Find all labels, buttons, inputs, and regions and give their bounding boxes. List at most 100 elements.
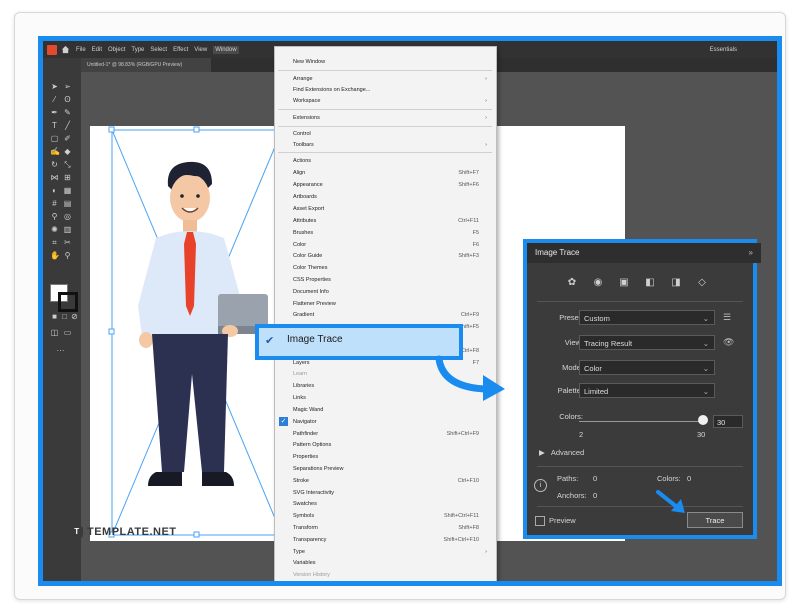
grayscale-preset-icon[interactable]: ◧ xyxy=(643,277,657,289)
preset-select[interactable]: Custom ⌄ xyxy=(579,310,715,325)
slice-tool-icon[interactable]: ✂ xyxy=(63,238,72,247)
menu-item-variables[interactable]: Variables xyxy=(293,558,489,568)
menu-item-brushes[interactable]: Brushes F5 xyxy=(293,228,489,238)
mode-select[interactable]: Color ⌄ xyxy=(579,360,715,375)
menu-item-type[interactable]: Type › xyxy=(293,547,489,557)
menu-view[interactable]: View xyxy=(194,47,207,53)
workspace-switcher[interactable]: Essentials xyxy=(710,47,737,53)
menu-item-artboards[interactable]: Artboards xyxy=(293,192,489,202)
shape-builder-tool-icon[interactable]: ◐ xyxy=(50,186,59,195)
menu-type[interactable]: Type xyxy=(131,47,144,53)
menu-item-arrange[interactable]: Arrange › xyxy=(293,74,489,84)
menu-item-control[interactable]: Control xyxy=(293,129,489,139)
high-color-preset-icon[interactable]: ◉ xyxy=(591,277,605,289)
menu-item-flattener-preview[interactable]: Flattener Preview xyxy=(293,299,489,309)
preset-list-icon[interactable]: ☰ xyxy=(723,312,731,323)
menu-item-document-info[interactable]: Document Info xyxy=(293,287,489,297)
line-tool-icon[interactable]: ╱ xyxy=(63,121,72,130)
menu-object[interactable]: Object xyxy=(108,47,125,53)
home-icon[interactable] xyxy=(61,45,70,54)
colors-slider-track[interactable] xyxy=(579,421,705,422)
menu-item-pathfinder[interactable]: Pathfinder Shift+Ctrl+F9 xyxy=(293,429,489,439)
advanced-toggle[interactable]: ▶ Advanced xyxy=(539,448,584,457)
menu-item-navigator[interactable]: Navigator xyxy=(293,417,489,427)
eyedropper-tool-icon[interactable]: ⚲ xyxy=(50,212,59,221)
gradient-tool-icon[interactable]: ▤ xyxy=(63,199,72,208)
menu-item-color-themes[interactable]: Color Themes xyxy=(293,263,489,273)
panel-collapse-icon[interactable]: » xyxy=(749,243,753,263)
menu-item-appearance[interactable]: Appearance Shift+F6 xyxy=(293,180,489,190)
color-mode-icon[interactable]: ■ xyxy=(50,312,59,321)
preview-checkbox[interactable] xyxy=(535,516,545,526)
menu-item-toolbars[interactable]: Toolbars › xyxy=(293,140,489,150)
mesh-tool-icon[interactable]: # xyxy=(50,199,59,208)
blend-tool-icon[interactable]: ◎ xyxy=(63,212,72,221)
outline-preset-icon[interactable]: ◇ xyxy=(695,277,709,289)
menu-item-gradient[interactable]: Gradient Ctrl+F9 xyxy=(293,310,489,320)
rectangle-tool-icon[interactable]: ▢ xyxy=(50,134,59,143)
shaper-tool-icon[interactable]: ✍ xyxy=(50,147,60,156)
menu-window[interactable]: Window xyxy=(213,45,239,54)
rotate-tool-icon[interactable]: ↻ xyxy=(50,160,59,169)
menu-item-extensions[interactable]: Extensions › xyxy=(293,113,489,123)
menu-item-find-extensions-on-exchange[interactable]: Find Extensions on Exchange... xyxy=(293,85,489,95)
edit-toolbar-icon[interactable]: ··· xyxy=(56,346,65,355)
palette-select[interactable]: Limited ⌄ xyxy=(579,383,715,398)
hand-tool-icon[interactable]: ✋ xyxy=(50,251,60,260)
menu-item-new-window[interactable]: New Window xyxy=(293,57,489,67)
menu-item-stroke[interactable]: Stroke Ctrl+F10 xyxy=(293,476,489,486)
menu-item-separations-preview[interactable]: Separations Preview xyxy=(293,464,489,474)
menu-file[interactable]: File xyxy=(76,47,86,53)
document-tab[interactable]: Untitled-1* @ 98.83% (RGB/GPU Preview) xyxy=(81,58,211,72)
screen-mode-icon[interactable]: ▭ xyxy=(63,328,72,337)
stroke-color-swatch[interactable] xyxy=(58,292,78,312)
lasso-tool-icon[interactable]: ʘ xyxy=(63,95,72,104)
colors-value-field[interactable]: 30 xyxy=(713,415,743,428)
trace-button[interactable]: Trace xyxy=(687,512,743,528)
pen-tool-icon[interactable]: ✒ xyxy=(50,108,59,117)
menu-item-swatches[interactable]: Swatches xyxy=(293,499,489,509)
type-tool-icon[interactable]: T xyxy=(50,121,59,130)
menu-edit[interactable]: Edit xyxy=(92,47,102,53)
menu-item-pattern-options[interactable]: Pattern Options xyxy=(293,440,489,450)
menu-item-color[interactable]: Color F6 xyxy=(293,240,489,250)
eye-icon[interactable]: 👁 xyxy=(723,337,734,348)
menu-item-align[interactable]: Align Shift+F7 xyxy=(293,168,489,178)
menu-item-magic-wand[interactable]: Magic Wand xyxy=(293,405,489,415)
free-transform-tool-icon[interactable]: ⊞ xyxy=(63,173,72,182)
menu-item-asset-export[interactable]: Asset Export xyxy=(293,204,489,214)
menu-select[interactable]: Select xyxy=(150,47,167,53)
selection-tool-icon[interactable]: ➤ xyxy=(50,82,59,91)
low-color-preset-icon[interactable]: ▣ xyxy=(617,277,631,289)
menu-item-properties[interactable]: Properties xyxy=(293,452,489,462)
menu-item-attributes[interactable]: Attributes Ctrl+F11 xyxy=(293,216,489,226)
black-white-preset-icon[interactable]: ◨ xyxy=(669,277,683,289)
magic-wand-tool-icon[interactable]: ⁄ xyxy=(50,95,59,104)
auto-color-preset-icon[interactable]: ✿ xyxy=(565,277,579,289)
width-tool-icon[interactable]: ⋈ xyxy=(50,173,59,182)
menu-item-workspace[interactable]: Workspace › xyxy=(293,96,489,106)
none-mode-icon[interactable]: ⊘ xyxy=(70,312,79,321)
scale-tool-icon[interactable]: ⤡ xyxy=(63,160,72,169)
direct-selection-tool-icon[interactable]: ➢ xyxy=(63,82,72,91)
eraser-tool-icon[interactable]: ◆ xyxy=(63,147,72,156)
menu-effect[interactable]: Effect xyxy=(173,47,188,53)
gradient-mode-icon[interactable]: □ xyxy=(60,312,69,321)
menu-item-actions[interactable]: Actions xyxy=(293,156,489,166)
menu-item-color-guide[interactable]: Color Guide Shift+F3 xyxy=(293,251,489,261)
artboard-tool-icon[interactable]: ⌗ xyxy=(50,238,59,247)
perspective-grid-tool-icon[interactable]: ▦ xyxy=(63,186,72,195)
menu-item-svg-interactivity[interactable]: SVG Interactivity xyxy=(293,488,489,498)
symbol-sprayer-tool-icon[interactable]: ✺ xyxy=(50,225,59,234)
menu-item-symbols[interactable]: Symbols Shift+Ctrl+F11 xyxy=(293,511,489,521)
menu-item-css-properties[interactable]: CSS Properties xyxy=(293,275,489,285)
paintbrush-tool-icon[interactable]: ✐ xyxy=(63,134,72,143)
image-trace-callout[interactable]: ✔ Image Trace xyxy=(255,324,463,360)
graph-tool-icon[interactable]: ▥ xyxy=(63,225,72,234)
zoom-tool-icon[interactable]: ⚲ xyxy=(63,251,72,260)
menu-item-transparency[interactable]: Transparency Shift+Ctrl+F10 xyxy=(293,535,489,545)
view-select[interactable]: Tracing Result ⌄ xyxy=(579,335,715,350)
colors-slider-handle[interactable] xyxy=(698,415,708,425)
draw-mode-icon[interactable]: ◫ xyxy=(50,328,59,337)
curvature-tool-icon[interactable]: ✎ xyxy=(63,108,72,117)
